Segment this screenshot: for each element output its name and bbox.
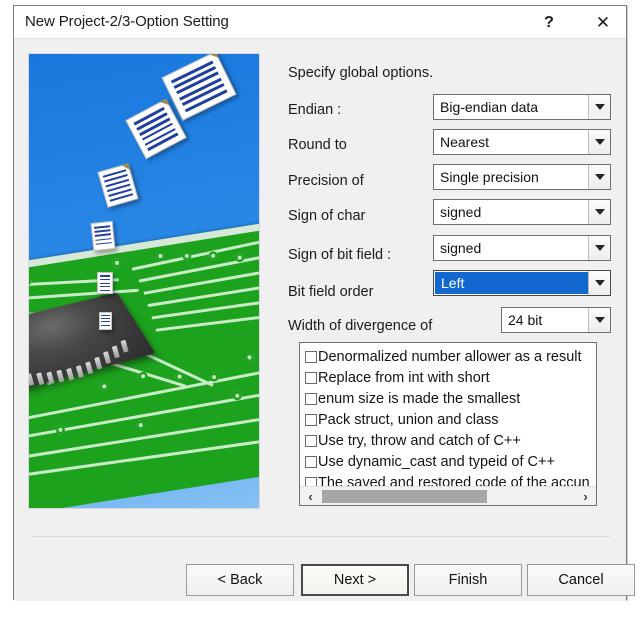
list-item[interactable]: Denormalized number allower as a result xyxy=(300,346,596,367)
label-round-to: Round to xyxy=(288,137,347,153)
back-button[interactable]: < Back xyxy=(186,564,294,596)
checkbox-icon[interactable] xyxy=(305,414,317,426)
horizontal-scrollbar[interactable]: ‹ › xyxy=(300,486,596,505)
combo-sign-of-char[interactable]: signed xyxy=(433,199,611,225)
list-item[interactable]: Use dynamic_cast and typeid of C++ xyxy=(300,451,596,472)
scroll-right-icon[interactable]: › xyxy=(576,487,595,505)
list-item[interactable]: Use try, throw and catch of C++ xyxy=(300,430,596,451)
wizard-banner-image xyxy=(28,53,260,509)
options-listbox[interactable]: Denormalized number allower as a result … xyxy=(299,342,597,506)
document-icon xyxy=(91,221,116,251)
checkbox-icon[interactable] xyxy=(305,372,317,384)
combo-sign-of-bit-field-value: signed xyxy=(434,236,588,260)
title-bar: New Project-2/3-Option Setting ? ✕ xyxy=(14,6,626,39)
list-item-label: Denormalized number allower as a result xyxy=(318,349,582,365)
list-item-label: Replace from int with short xyxy=(318,370,490,386)
label-bit-field-order: Bit field order xyxy=(288,284,373,300)
chevron-down-icon[interactable] xyxy=(588,95,610,119)
checkbox-icon[interactable] xyxy=(305,351,317,363)
combo-sign-of-bit-field[interactable]: signed xyxy=(433,235,611,261)
combo-width-of-divergence-value: 24 bit xyxy=(502,308,588,332)
list-item[interactable]: Replace from int with short xyxy=(300,367,596,388)
scrollbar-thumb[interactable] xyxy=(322,490,487,503)
chevron-down-icon[interactable] xyxy=(588,308,610,332)
scroll-left-icon[interactable]: ‹ xyxy=(301,487,320,505)
list-item[interactable]: enum size is made the smallest xyxy=(300,388,596,409)
combo-precision-of[interactable]: Single precision xyxy=(433,164,611,190)
list-item[interactable]: Pack struct, union and class xyxy=(300,409,596,430)
close-icon[interactable]: ✕ xyxy=(586,10,620,36)
options-list: Denormalized number allower as a result … xyxy=(300,346,596,493)
label-endian: Endian : xyxy=(288,102,341,118)
chevron-down-icon[interactable] xyxy=(588,271,610,295)
checkbox-icon[interactable] xyxy=(305,393,317,405)
chevron-down-icon[interactable] xyxy=(588,165,610,189)
label-sign-of-bit-field: Sign of bit field : xyxy=(288,247,391,263)
chevron-down-icon[interactable] xyxy=(588,236,610,260)
window-title: New Project-2/3-Option Setting xyxy=(25,13,229,30)
list-item-label: Use try, throw and catch of C++ xyxy=(318,433,521,449)
instruction-text: Specify global options. xyxy=(288,65,433,81)
chevron-down-icon[interactable] xyxy=(588,130,610,154)
circuit-board xyxy=(28,219,260,509)
next-button[interactable]: Next > xyxy=(301,564,409,596)
label-width-of-divergence: Width of divergence of xyxy=(288,318,432,334)
combo-sign-of-char-value: signed xyxy=(434,200,588,224)
checkbox-icon[interactable] xyxy=(305,435,317,447)
combo-endian[interactable]: Big-endian data xyxy=(433,94,611,120)
combo-width-of-divergence[interactable]: 24 bit xyxy=(501,307,611,333)
combo-bit-field-order-value: Left xyxy=(435,272,588,294)
document-icon xyxy=(99,312,112,330)
help-button[interactable]: ? xyxy=(532,10,566,36)
label-precision-of: Precision of xyxy=(288,173,364,189)
combo-endian-value: Big-endian data xyxy=(434,95,588,119)
list-item-label: Pack struct, union and class xyxy=(318,412,499,428)
dialog-body: Specify global options. Endian : Big-end… xyxy=(14,39,626,601)
combo-round-to-value: Nearest xyxy=(434,130,588,154)
label-sign-of-char: Sign of char xyxy=(288,208,365,224)
list-item-label: Use dynamic_cast and typeid of C++ xyxy=(318,454,555,470)
combo-round-to[interactable]: Nearest xyxy=(433,129,611,155)
checkbox-icon[interactable] xyxy=(305,456,317,468)
cancel-button[interactable]: Cancel xyxy=(527,564,635,596)
list-item-label: enum size is made the smallest xyxy=(318,391,520,407)
combo-bit-field-order[interactable]: Left xyxy=(433,270,611,296)
screenshot-root: New Project-2/3-Option Setting ? ✕ Speci… xyxy=(0,0,640,618)
document-icon xyxy=(97,272,113,294)
finish-button[interactable]: Finish xyxy=(414,564,522,596)
chevron-down-icon[interactable] xyxy=(588,200,610,224)
option-setting-dialog: New Project-2/3-Option Setting ? ✕ Speci… xyxy=(13,5,627,600)
footer-divider xyxy=(32,536,610,537)
combo-precision-of-value: Single precision xyxy=(434,165,588,189)
